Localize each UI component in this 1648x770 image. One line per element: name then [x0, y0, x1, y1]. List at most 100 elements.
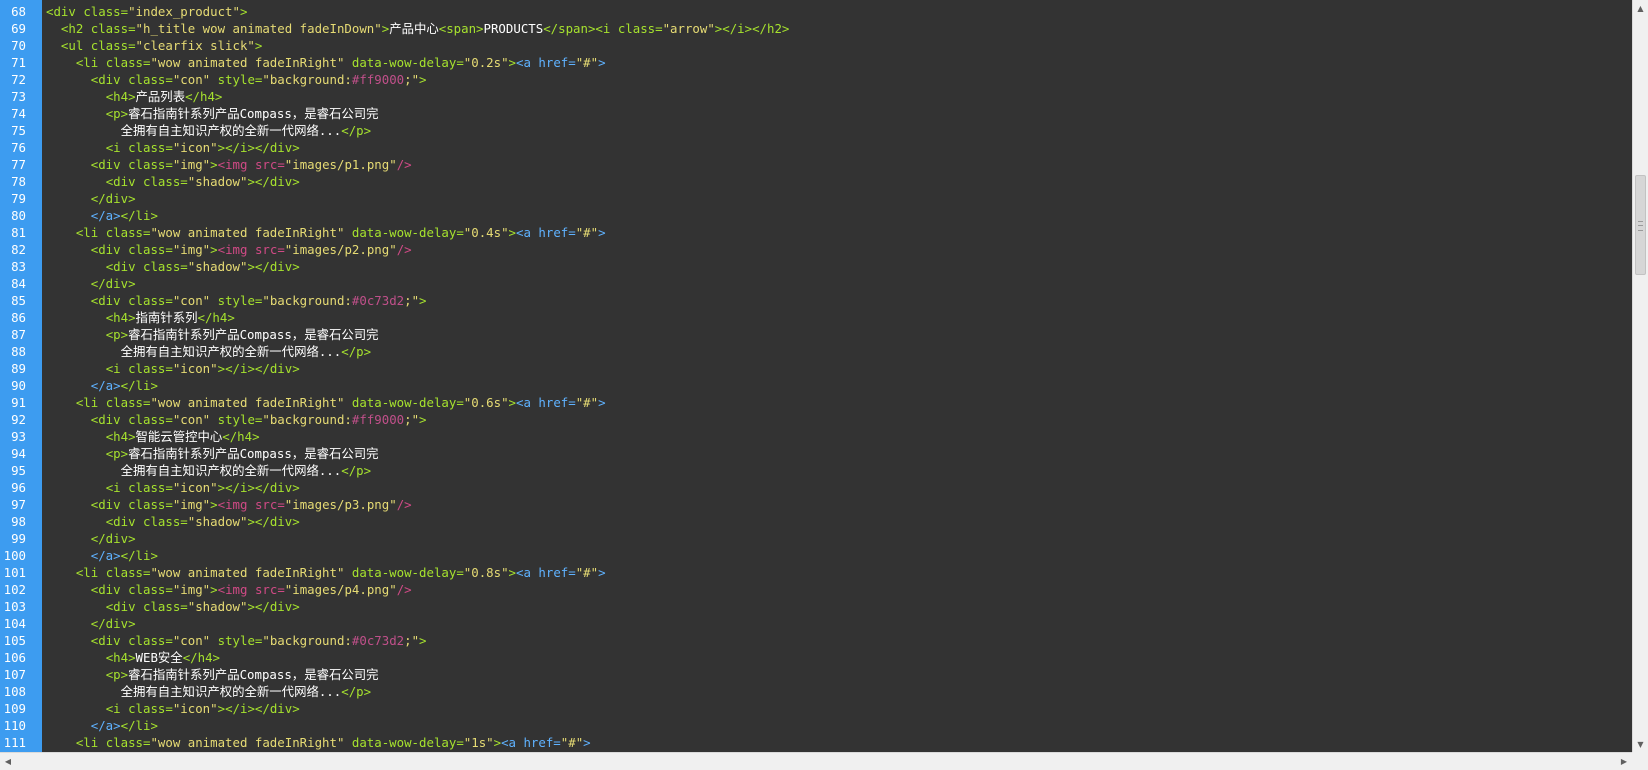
code-line[interactable]: 74 <p>睿石指南针系列产品Compass，是睿石公司完 [0, 105, 1632, 122]
code-text[interactable]: </div> [46, 530, 136, 547]
code-text[interactable]: 全拥有自主知识产权的全新一代网络...</p> [46, 462, 371, 479]
code-text[interactable]: <h4>指南针系列</h4> [46, 309, 235, 326]
horizontal-scrollbar[interactable]: ◀ ▶ [0, 752, 1632, 770]
scroll-down-icon[interactable]: ▼ [1633, 736, 1648, 752]
code-text[interactable]: </div> [46, 615, 136, 632]
code-line[interactable]: 95 全拥有自主知识产权的全新一代网络...</p> [0, 462, 1632, 479]
code-text[interactable]: <div class="img"><img src="images/p2.png… [46, 241, 412, 258]
code-text[interactable]: <p>睿石指南针系列产品Compass，是睿石公司完 [46, 105, 379, 122]
code-line[interactable]: 103 <div class="shadow"></div> [0, 598, 1632, 615]
code-text[interactable]: 全拥有自主知识产权的全新一代网络...</p> [46, 683, 371, 700]
code-line[interactable]: 75 全拥有自主知识产权的全新一代网络...</p> [0, 122, 1632, 139]
code-text[interactable]: <li class="wow animated fadeInRight" dat… [46, 394, 606, 411]
code-text[interactable]: </a></li> [46, 717, 158, 734]
code-line[interactable]: 97 <div class="img"><img src="images/p3.… [0, 496, 1632, 513]
code-line[interactable]: 80 </a></li> [0, 207, 1632, 224]
code-line[interactable]: 72 <div class="con" style="background:#f… [0, 71, 1632, 88]
code-text[interactable]: <li class="wow animated fadeInRight" dat… [46, 54, 606, 71]
code-text[interactable]: <div class="con" style="background:#0c73… [46, 632, 427, 649]
code-text[interactable]: <div class="index_product"> [46, 3, 247, 20]
code-text[interactable]: </a></li> [46, 547, 158, 564]
code-text[interactable]: <h4>产品列表</h4> [46, 88, 223, 105]
code-line[interactable]: 105 <div class="con" style="background:#… [0, 632, 1632, 649]
code-line[interactable]: 107 <p>睿石指南针系列产品Compass，是睿石公司完 [0, 666, 1632, 683]
code-text[interactable]: <div class="img"><img src="images/p1.png… [46, 156, 412, 173]
code-line[interactable]: 96 <i class="icon"></i></div> [0, 479, 1632, 496]
code-line[interactable]: 98 <div class="shadow"></div> [0, 513, 1632, 530]
code-lines[interactable]: 68 <div class="index_product"> 69 <h2 clas… [0, 3, 1632, 751]
code-text[interactable]: <div class="shadow"></div> [46, 598, 300, 615]
code-text[interactable]: 全拥有自主知识产权的全新一代网络...</p> [46, 122, 371, 139]
code-text[interactable]: <div class="img"><img src="images/p3.png… [46, 496, 412, 513]
code-line[interactable]: 85 <div class="con" style="background:#0… [0, 292, 1632, 309]
code-text[interactable]: <div class="shadow"></div> [46, 513, 300, 530]
code-line[interactable]: 90 </a></li> [0, 377, 1632, 394]
code-text[interactable]: <div class="shadow"></div> [46, 173, 300, 190]
code-text[interactable]: <p>睿石指南针系列产品Compass，是睿石公司完 [46, 445, 379, 462]
code-line[interactable]: 110 </a></li> [0, 717, 1632, 734]
code-text[interactable]: <p>睿石指南针系列产品Compass，是睿石公司完 [46, 666, 379, 683]
code-line[interactable]: 101 <li class="wow animated fadeInRight"… [0, 564, 1632, 581]
code-line[interactable]: 93 <h4>智能云管控中心</h4> [0, 428, 1632, 445]
code-text[interactable]: <li class="wow animated fadeInRight" dat… [46, 224, 606, 241]
code-line[interactable]: 81 <li class="wow animated fadeInRight" … [0, 224, 1632, 241]
code-line[interactable]: 99 </div> [0, 530, 1632, 547]
code-text[interactable]: </a></li> [46, 207, 158, 224]
code-line[interactable]: 106 <h4>WEB安全</h4> [0, 649, 1632, 666]
code-line[interactable]: 87 <p>睿石指南针系列产品Compass，是睿石公司完 [0, 326, 1632, 343]
scroll-right-icon[interactable]: ▶ [1616, 753, 1632, 770]
code-line[interactable]: 69 <h2 class="h_title wow animated fadeI… [0, 20, 1632, 37]
code-line[interactable]: 70 <ul class="clearfix slick"> [0, 37, 1632, 54]
code-text[interactable]: <i class="icon"></i></div> [46, 700, 300, 717]
code-text[interactable]: <div class="img"><img src="images/p4.png… [46, 581, 412, 598]
code-line[interactable]: 82 <div class="img"><img src="images/p2.… [0, 241, 1632, 258]
code-line[interactable]: 91 <li class="wow animated fadeInRight" … [0, 394, 1632, 411]
code-text[interactable]: <p>睿石指南针系列产品Compass，是睿石公司完 [46, 326, 379, 343]
code-text[interactable]: <i class="icon"></i></div> [46, 360, 300, 377]
code-line[interactable]: 88 全拥有自主知识产权的全新一代网络...</p> [0, 343, 1632, 360]
code-line[interactable]: 104 </div> [0, 615, 1632, 632]
code-line[interactable]: 77 <div class="img"><img src="images/p1.… [0, 156, 1632, 173]
code-line[interactable]: 71 <li class="wow animated fadeInRight" … [0, 54, 1632, 71]
code-text[interactable]: <h4>智能云管控中心</h4> [46, 428, 260, 445]
code-text[interactable]: <div class="con" style="background:#ff90… [46, 71, 427, 88]
code-line[interactable]: 84 </div> [0, 275, 1632, 292]
code-text[interactable]: <i class="icon"></i></div> [46, 479, 300, 496]
code-text[interactable]: <div class="con" style="background:#0c73… [46, 292, 427, 309]
code-line[interactable]: 94 <p>睿石指南针系列产品Compass，是睿石公司完 [0, 445, 1632, 462]
code-line[interactable]: 108 全拥有自主知识产权的全新一代网络...</p> [0, 683, 1632, 700]
code-line[interactable]: 109 <i class="icon"></i></div> [0, 700, 1632, 717]
code-text[interactable]: <li class="wow animated fadeInRight" dat… [46, 564, 606, 581]
code-token: > [583, 735, 591, 750]
scroll-up-icon[interactable]: ▲ [1633, 0, 1648, 16]
code-editor[interactable]: 68 <div class="index_product"> 69 <h2 clas… [0, 0, 1632, 752]
code-line[interactable]: 102 <div class="img"><img src="images/p4… [0, 581, 1632, 598]
code-text[interactable]: <li class="wow animated fadeInRight" dat… [46, 734, 591, 751]
code-line[interactable]: 76 <i class="icon"></i></div> [0, 139, 1632, 156]
code-text[interactable]: <i class="icon"></i></div> [46, 139, 300, 156]
code-token: "0.4s" [463, 225, 509, 240]
scroll-left-icon[interactable]: ◀ [0, 753, 16, 770]
vertical-scroll-thumb[interactable] [1635, 175, 1646, 275]
code-line[interactable]: 89 <i class="icon"></i></div> [0, 360, 1632, 377]
code-line[interactable]: 83 <div class="shadow"></div> [0, 258, 1632, 275]
code-line[interactable]: 100 </a></li> [0, 547, 1632, 564]
code-line[interactable]: 86 <h4>指南针系列</h4> [0, 309, 1632, 326]
code-line[interactable]: 68 <div class="index_product"> [0, 3, 1632, 20]
code-text[interactable]: <h2 class="h_title wow animated fadeInDo… [46, 20, 789, 37]
code-text[interactable]: </div> [46, 275, 136, 292]
code-text[interactable]: </div> [46, 190, 136, 207]
code-text[interactable]: </a></li> [46, 377, 158, 394]
code-line[interactable]: 78 <div class="shadow"></div> [0, 173, 1632, 190]
code-line[interactable]: 79 </div> [0, 190, 1632, 207]
code-text[interactable]: <ul class="clearfix slick"> [46, 37, 262, 54]
code-line[interactable]: 73 <h4>产品列表</h4> [0, 88, 1632, 105]
code-line[interactable]: 92 <div class="con" style="background:#f… [0, 411, 1632, 428]
code-line[interactable]: 111 <li class="wow animated fadeInRight"… [0, 734, 1632, 751]
code-text[interactable]: <div class="con" style="background:#ff90… [46, 411, 427, 428]
vertical-scrollbar[interactable]: ▲ ▼ [1632, 0, 1648, 752]
code-text[interactable]: 全拥有自主知识产权的全新一代网络...</p> [46, 343, 371, 360]
code-text[interactable]: <div class="shadow"></div> [46, 258, 300, 275]
code-text[interactable]: <h4>WEB安全</h4> [46, 649, 220, 666]
